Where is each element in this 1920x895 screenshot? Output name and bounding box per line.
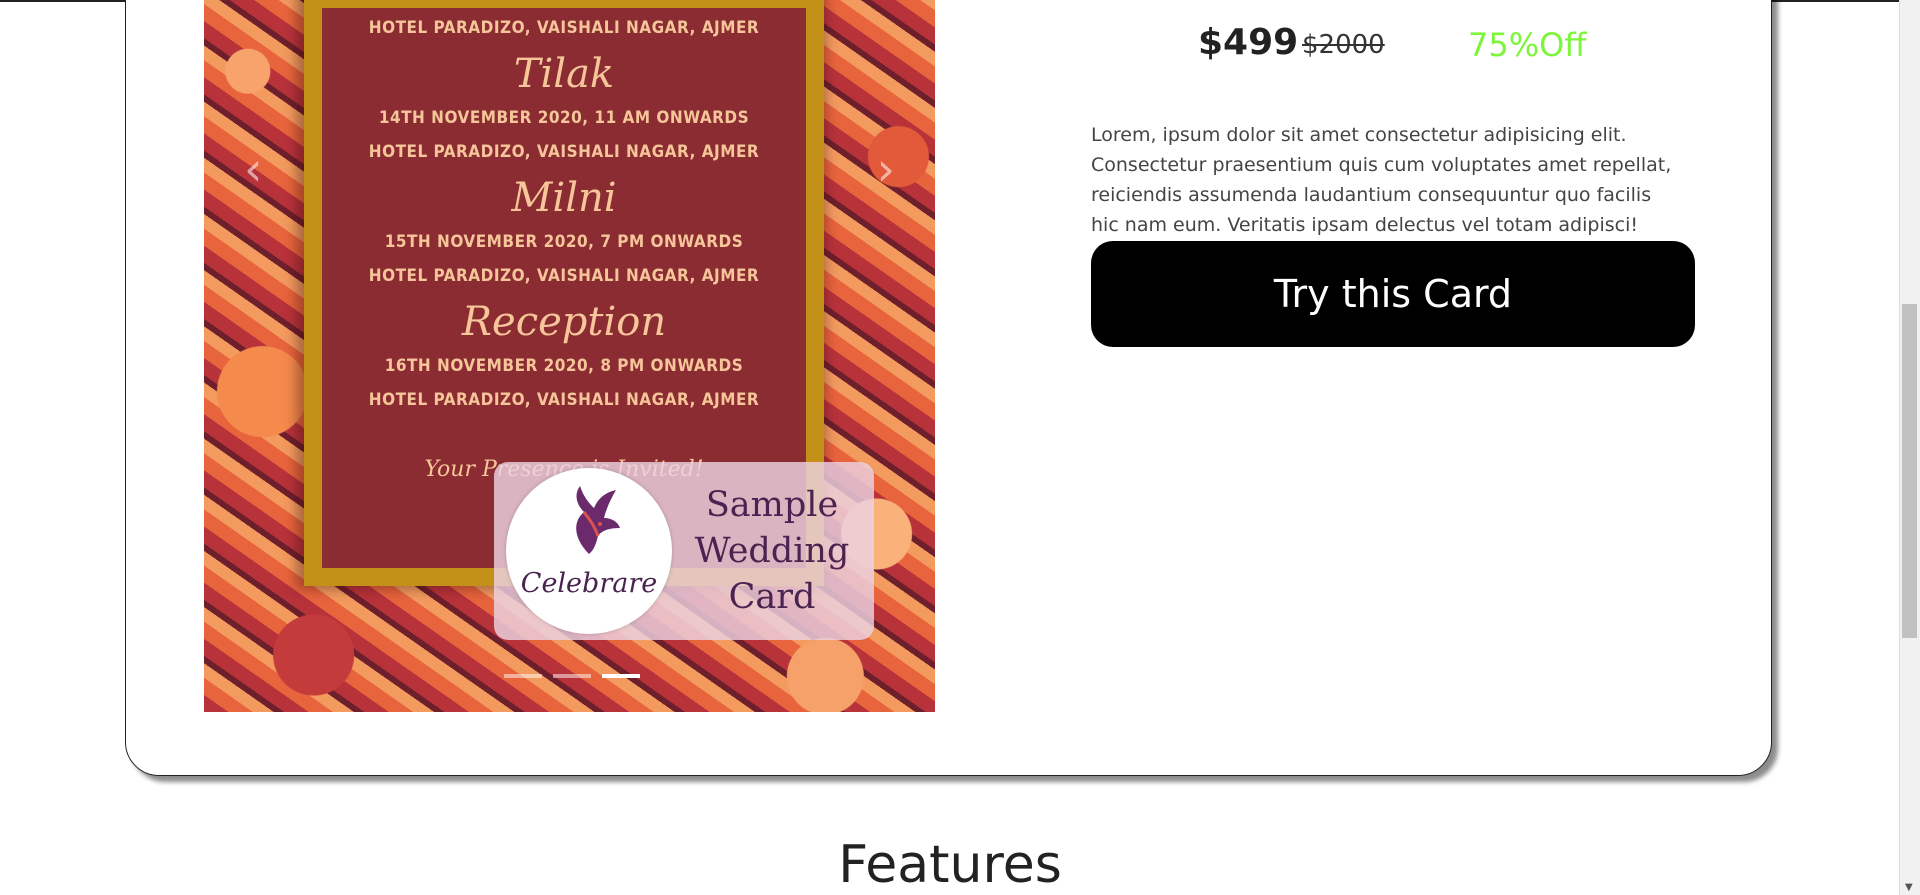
chevron-left-icon[interactable]: ‹ <box>244 142 262 196</box>
invite-event-venue: HOTEL PARADIZO, VAISHALI NAGAR, AJMER <box>368 142 760 162</box>
sample-label-line: Sample <box>705 485 839 525</box>
current-price: $499 <box>1198 22 1299 63</box>
sample-watermark: Celebrare Sample Wedding Card <box>494 462 874 640</box>
celebrare-logo: Celebrare <box>506 468 672 634</box>
invite-event-venue: HOTEL PARADIZO, VAISHALI NAGAR, AJMER <box>368 390 760 410</box>
features-heading: Features <box>838 835 1062 895</box>
invite-event-name: Milni <box>511 175 617 221</box>
invite-event-name: Tilak <box>513 51 615 97</box>
invite-event-date: 14TH NOVEMBER 2020, 11 AM ONWARDS <box>378 108 750 128</box>
invite-event-date: 15TH NOVEMBER 2020, 7 PM ONWARDS <box>384 232 744 252</box>
carousel-indicator[interactable] <box>553 674 592 678</box>
carousel-indicator[interactable] <box>504 674 542 678</box>
invite-event-name: Reception <box>461 299 667 345</box>
carousel-indicators <box>504 674 646 679</box>
sample-label: Sample Wedding Card <box>682 482 862 620</box>
dove-icon <box>576 486 620 554</box>
card-carousel[interactable]: HOTEL PARADIZO, VAISHALI NAGAR, AJMER Ti… <box>204 0 935 712</box>
invite-event-venue: HOTEL PARADIZO, VAISHALI NAGAR, AJMER <box>368 266 760 286</box>
price-row: $499 $2000 75%Off <box>1198 22 1718 72</box>
scroll-down-icon[interactable]: ▼ <box>1905 882 1913 893</box>
try-card-button[interactable]: Try this Card <box>1091 241 1695 347</box>
sample-label-line: Wedding <box>694 531 850 571</box>
carousel-indicator-active[interactable] <box>602 674 641 678</box>
original-price: $2000 <box>1302 30 1385 60</box>
product-description: Lorem, ipsum dolor sit amet consectetur … <box>1091 124 1672 236</box>
brand-name: Celebrare <box>520 568 658 599</box>
scrollbar-thumb[interactable] <box>1902 304 1917 638</box>
discount-badge: 75%Off <box>1468 26 1587 64</box>
invite-event-date: 16TH NOVEMBER 2020, 8 PM ONWARDS <box>384 356 744 376</box>
sample-label-line: Card <box>728 577 816 617</box>
invite-venue-top: HOTEL PARADIZO, VAISHALI NAGAR, AJMER <box>368 18 760 38</box>
chevron-right-icon[interactable]: › <box>877 142 895 196</box>
page-scrollbar[interactable]: ▼ <box>1899 0 1920 895</box>
